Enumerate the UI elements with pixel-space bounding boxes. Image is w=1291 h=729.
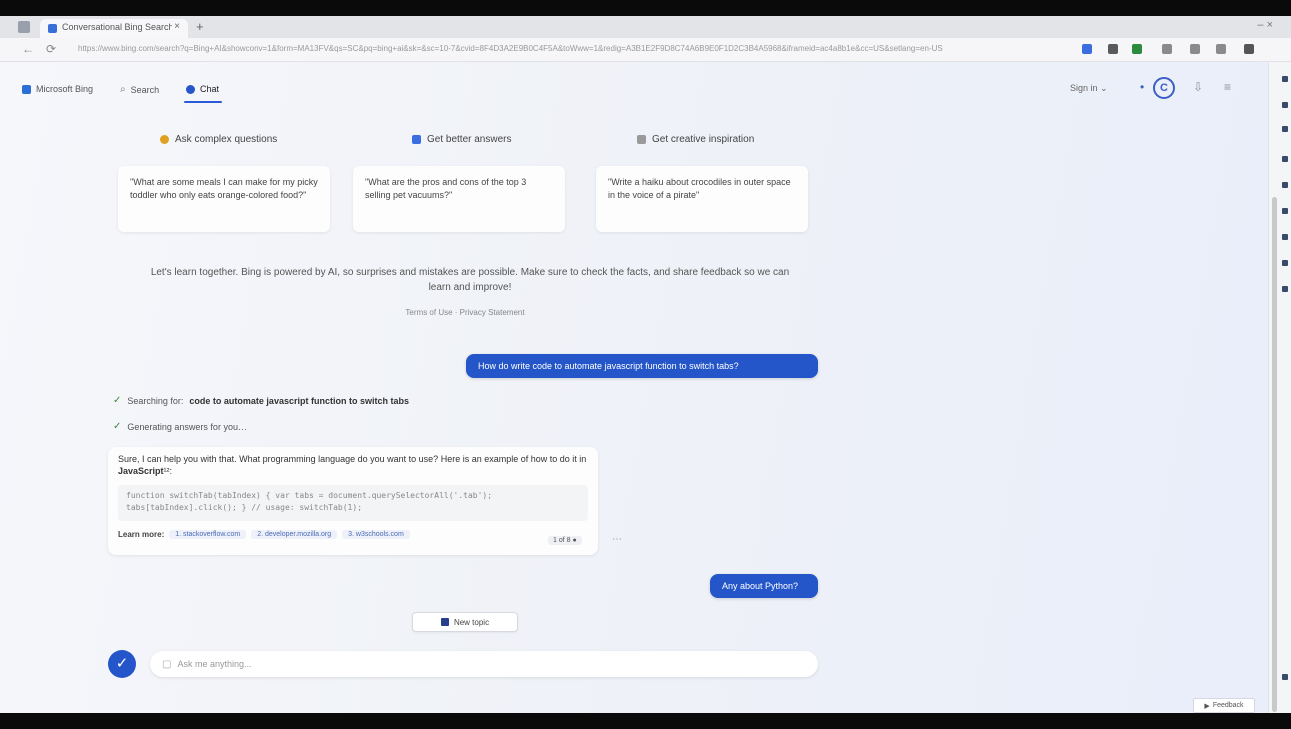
suggestion-heading-2: Get better answers [412, 134, 511, 145]
suggestion-card-2[interactable]: "What are the pros and cons of the top 3… [353, 166, 565, 232]
video-frame-top [0, 0, 1291, 16]
search-icon: ⌕ [120, 84, 126, 95]
check-icon: ✓ [113, 395, 122, 406]
brand-label: Microsoft Bing [36, 84, 94, 94]
sidebar-add-icon[interactable] [1282, 286, 1288, 292]
learn-more-row: Learn more: 1. stackoverflow.com 2. deve… [118, 530, 410, 539]
lightbulb-icon [412, 135, 421, 144]
sidebar-office-icon[interactable] [1282, 182, 1288, 188]
sidebar-games-icon[interactable] [1282, 156, 1288, 162]
bot-bold-term: JavaScript [118, 466, 164, 476]
learn-more-link-2[interactable]: 2. developer.mozilla.org [251, 530, 338, 539]
menu-icon[interactable]: ≡ [1224, 80, 1231, 94]
chat-icon [186, 84, 195, 94]
status-generating: ✓ Generating answers for you… [113, 421, 247, 432]
active-tab-underline [184, 101, 222, 103]
sidebar-settings-icon[interactable] [1282, 674, 1288, 680]
refresh-icon[interactable]: ⟳ [46, 42, 56, 56]
question-icon [160, 135, 169, 144]
sidebar-shopping-icon[interactable] [1282, 102, 1288, 108]
profile-icon[interactable] [1244, 44, 1254, 54]
user-message-1: How do write code to automate javascript… [466, 354, 818, 378]
feedback-label: Feedback [1212, 702, 1244, 709]
tab-search[interactable]: ⌕ Search [120, 84, 159, 95]
video-frame-bottom [0, 713, 1291, 729]
new-topic-label: New topic [453, 617, 490, 627]
learn-more-link-3[interactable]: 3. w3schools.com [342, 530, 410, 539]
status-searching: ✓ Searching for: code to automate javasc… [113, 395, 409, 406]
tab-chat-label: Chat [200, 84, 220, 94]
bot-response-card: Sure, I can help you with that. What pro… [108, 447, 598, 555]
scrollbar-thumb[interactable] [1272, 197, 1277, 712]
disclaimer-text: Let's learn together. Bing is powered by… [150, 267, 790, 293]
mobile-icon[interactable]: ⇩ [1193, 80, 1203, 94]
suggestion-heading-1: Ask complex questions [160, 134, 277, 145]
suggestion-heading-3: Get creative inspiration [637, 134, 754, 145]
tab-close-icon[interactable]: × [174, 21, 180, 32]
sign-in-dropdown[interactable]: Sign in ⌄ [1070, 83, 1108, 94]
search-term: code to automate javascript function to … [189, 395, 409, 406]
sidebar-tools-icon[interactable] [1282, 126, 1288, 132]
terms-links[interactable]: Terms of Use · Privacy Statement [400, 308, 530, 317]
more-options-icon[interactable]: ⋯ [612, 534, 622, 545]
page-scrollbar[interactable] [1268, 62, 1291, 713]
browser-tab-strip: Conversational Bing Search – × × + – × [0, 16, 1291, 38]
code-block: function switchTab(tabIndex) { var tabs … [118, 485, 588, 521]
learn-more-link-1[interactable]: 1. stackoverflow.com [169, 530, 247, 539]
feedback-button[interactable]: ▶ Feedback [1193, 698, 1255, 713]
tab-title: Conversational Bing Search – × [62, 22, 172, 32]
bot-response-text: Sure, I can help you with that. What pro… [118, 454, 587, 476]
tab-chat[interactable]: Chat [186, 84, 219, 94]
sidebar-search-icon[interactable] [1282, 76, 1288, 82]
sidebar-drop-icon[interactable] [1282, 234, 1288, 240]
response-count-badge: 1 of 8 ● [548, 536, 582, 545]
check-icon: ✓ [113, 421, 122, 432]
browser-tab[interactable]: Conversational Bing Search – × × [40, 19, 188, 38]
new-topic-button[interactable]: New topic [412, 612, 518, 632]
bing-logo-icon [22, 84, 31, 94]
bing-chat-page: Microsoft Bing ⌕ Search Chat Sign in ⌄ •… [0, 62, 1268, 713]
broom-icon [440, 618, 449, 626]
extension-icon-3[interactable] [1132, 44, 1142, 54]
pen-icon [637, 135, 646, 144]
bing-logo[interactable]: Microsoft Bing [22, 84, 93, 94]
browser-toolbar: ← ⟳ https://www.bing.com/search?q=Bing+A… [0, 38, 1291, 62]
extension-icon-2[interactable] [1108, 44, 1118, 54]
extension-icon-4[interactable] [1162, 44, 1172, 54]
user-message-2: Any about Python? [710, 574, 818, 598]
suggestion-card-1[interactable]: "What are some meals I can make for my p… [118, 166, 330, 232]
address-bar[interactable]: https://www.bing.com/search?q=Bing+AI&sh… [78, 44, 1046, 55]
suggestion-card-3[interactable]: "Write a haiku about crocodiles in outer… [596, 166, 808, 232]
rewards-dot-icon[interactable]: • [1140, 80, 1144, 94]
back-icon[interactable]: ← [22, 42, 34, 56]
extension-icon-6[interactable] [1216, 44, 1226, 54]
extension-icon-1[interactable] [1082, 44, 1092, 54]
tab-search-label: Search [130, 84, 160, 95]
learn-more-label: Learn more: [118, 530, 165, 539]
rewards-points-icon[interactable]: C [1153, 77, 1175, 99]
new-tab-button[interactable]: + [196, 19, 204, 34]
extension-icon-5[interactable] [1190, 44, 1200, 54]
window-controls[interactable]: – × [1257, 19, 1273, 31]
chat-avatar-icon: ✓ [108, 650, 136, 678]
chat-input-placeholder: Ask me anything... [177, 659, 252, 669]
chat-bubble-icon: ▢ [162, 658, 172, 670]
bing-favicon-icon [48, 24, 57, 33]
sidebar-more-icon[interactable] [1282, 260, 1288, 266]
sidebar-outlook-icon[interactable] [1282, 208, 1288, 214]
window-menu-icon[interactable] [18, 21, 30, 33]
feedback-icon: ▶ [1204, 702, 1210, 710]
chat-input[interactable]: ▢ Ask me anything... [150, 651, 818, 677]
